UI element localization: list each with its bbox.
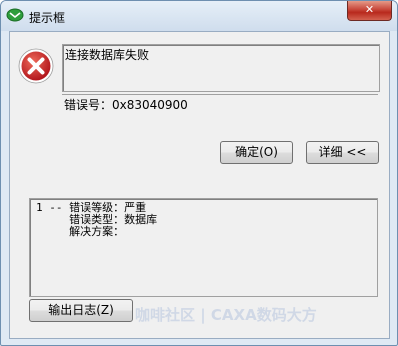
app-icon: [6, 8, 24, 22]
title-bar[interactable]: 提示框 ✕: [1, 1, 397, 31]
message-box: 连接数据库失败: [62, 44, 380, 92]
error-icon: [18, 48, 54, 84]
details-button[interactable]: 详细 <<: [306, 141, 379, 164]
message-dialog-window: 提示框 ✕ 连接数据库失败 错误号：0x83040900 确定(O) 详细 <<: [0, 0, 398, 346]
detail-line: 解决方案：: [36, 225, 125, 238]
close-icon: ✕: [364, 3, 375, 16]
ok-button[interactable]: 确定(O): [220, 141, 293, 164]
detail-text: 1 -- 错误等级：严重 错误类型：数据库 解决方案：: [36, 202, 157, 238]
dialog-body: 连接数据库失败 错误号：0x83040900 确定(O) 详细 << 1 -- …: [9, 31, 390, 339]
detail-panel[interactable]: 1 -- 错误等级：严重 错误类型：数据库 解决方案：: [29, 198, 378, 297]
error-code-text: 错误号：0x83040900: [64, 98, 188, 112]
error-code-row: 错误号：0x83040900: [62, 94, 378, 112]
close-button[interactable]: ✕: [347, 1, 392, 21]
window-title: 提示框: [29, 11, 66, 25]
export-log-button[interactable]: 输出日志(Z): [29, 299, 133, 322]
watermark: 咖啡社区 | CAXA数码大方: [135, 306, 317, 324]
message-text: 连接数据库失败: [65, 48, 150, 62]
